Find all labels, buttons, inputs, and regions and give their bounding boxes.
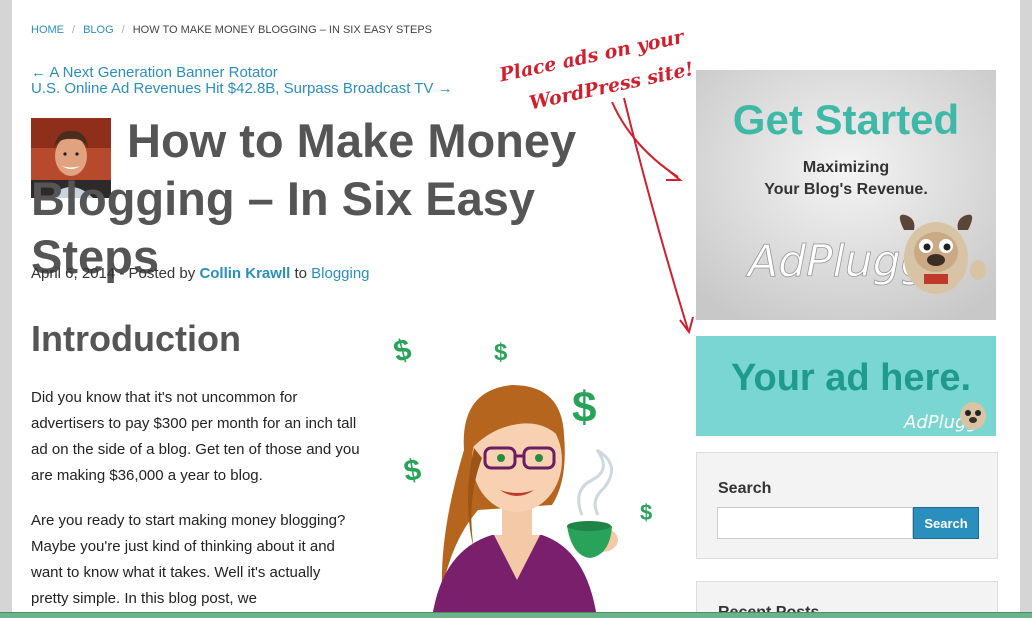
dollar-sign-icon: $ [401, 453, 423, 488]
breadcrumb-separator: / [121, 24, 125, 36]
breadcrumb-separator: / [72, 24, 76, 36]
post-navigation: ← A Next Generation Banner Rotator U.S. … [31, 65, 453, 97]
your-ad-here-banner[interactable]: Your ad here. AdPlugg [696, 336, 996, 436]
adplugg-logo-text: AdPlugg [745, 236, 929, 287]
post-date: April 6, 2014 - Posted by [31, 265, 200, 282]
author-link[interactable]: Collin Krawll [199, 265, 290, 282]
ad-headline: Get Started [733, 96, 959, 143]
post-paragraph: Are you ready to start making money blog… [31, 512, 346, 607]
post-paragraph: Did you know that it's not uncommon for … [31, 389, 360, 484]
pug-mascot-icon [960, 402, 986, 430]
breadcrumb-current: HOW TO MAKE MONEY BLOGGING – IN SIX EASY… [132, 24, 433, 36]
page: HOME / BLOG / HOW TO MAKE MONEY BLOGGING – I… [12, 0, 1020, 618]
search-button[interactable]: Search [913, 507, 979, 539]
dollar-sign-icon: $ [390, 333, 415, 369]
dollar-sign-icon: $ [640, 500, 652, 525]
dollar-sign-icon: $ [494, 339, 508, 366]
breadcrumb-home[interactable]: HOME [31, 24, 64, 36]
category-link[interactable]: Blogging [311, 265, 369, 282]
previous-post-link[interactable]: ← A Next Generation Banner Rotator [31, 65, 453, 81]
section-heading-introduction: Introduction [31, 318, 241, 359]
search-input[interactable] [717, 507, 913, 539]
woman-with-coffee-illustration: $ $ $ $ $ [382, 330, 682, 618]
search-widget: Search Search [696, 452, 998, 559]
ad-line-1: Maximizing [803, 159, 889, 176]
place-ads-callout: Place ads on your WordPress site! [482, 22, 732, 342]
search-widget-title: Search [718, 480, 772, 497]
ad-line-2: Your Blog's Revenue. [764, 181, 928, 198]
meta-to-text: to [290, 265, 312, 282]
next-post-link[interactable]: U.S. Online Ad Revenues Hit $42.8B, Surp… [31, 81, 453, 97]
breadcrumb: HOME / BLOG / HOW TO MAKE MONEY BLOGGING – I… [31, 24, 432, 36]
ad-headline: Your ad here. [731, 357, 971, 399]
get-started-ad-banner[interactable]: Get Started Maximizing Your Blog's Reven… [696, 70, 996, 320]
window-bottom-edge [0, 612, 1032, 618]
breadcrumb-blog[interactable]: BLOG [83, 24, 114, 36]
dollar-sign-icon: $ [572, 383, 596, 432]
post-meta: April 6, 2014 - Posted by Collin Krawll … [31, 265, 370, 282]
